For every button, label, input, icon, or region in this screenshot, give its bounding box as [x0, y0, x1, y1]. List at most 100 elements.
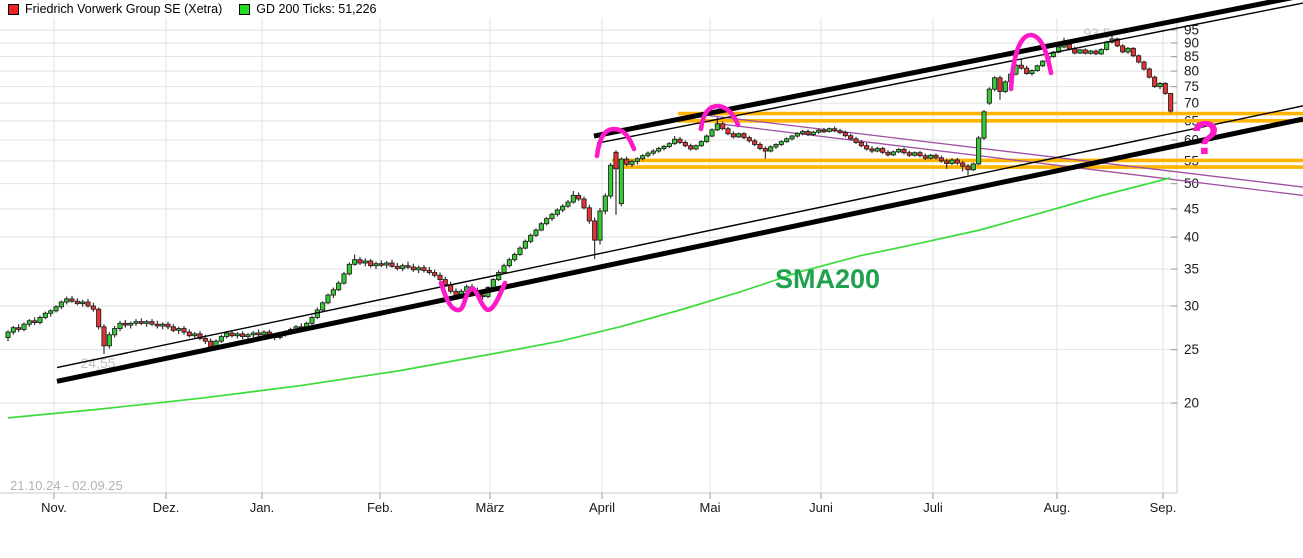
candle-body	[122, 322, 128, 326]
candle-body	[330, 289, 336, 296]
candle-body	[917, 152, 923, 157]
axis-label: 80	[1184, 64, 1199, 79]
candle-body	[874, 148, 880, 152]
candle-body	[181, 328, 187, 333]
candle-body	[704, 135, 710, 143]
axis-label: Feb.	[367, 500, 393, 515]
axis-label: 75	[1184, 79, 1199, 94]
candle-body	[432, 272, 438, 276]
candle-body	[517, 247, 523, 255]
candle-body	[10, 327, 16, 333]
question-mark-annotation: ?	[1191, 111, 1220, 164]
candle-body	[821, 129, 827, 133]
candle-body	[410, 266, 416, 271]
candle-body	[602, 195, 608, 212]
candle-body	[5, 331, 11, 338]
candle-body	[176, 328, 182, 331]
candle-body	[154, 323, 160, 327]
candle-body	[26, 320, 32, 325]
candle-body	[1024, 67, 1030, 75]
candle-body	[794, 132, 800, 137]
axis-label: März	[476, 500, 505, 515]
candle-body	[714, 123, 720, 131]
candle-body	[496, 272, 502, 281]
candle-body	[42, 312, 48, 318]
candle-body	[709, 129, 715, 137]
candle-body	[778, 141, 784, 145]
candle-body	[64, 298, 70, 303]
axis-label: 90	[1184, 35, 1199, 50]
candle-body	[421, 267, 427, 271]
candle-body	[885, 151, 891, 156]
axis-label: Juni	[809, 500, 833, 515]
candle-body	[949, 159, 955, 164]
candle-body	[165, 323, 171, 328]
candle-body	[250, 332, 256, 336]
candle-body	[1141, 61, 1147, 70]
candle-body	[730, 133, 736, 138]
candle-body	[128, 322, 134, 326]
candle-body	[32, 320, 38, 323]
axis-label: Juli	[923, 500, 943, 515]
candle-body	[256, 332, 262, 336]
candle-body	[202, 337, 208, 342]
candle-body	[362, 260, 368, 264]
axis-label: Dez.	[153, 500, 180, 515]
candle-body	[858, 141, 864, 147]
candle-body	[480, 294, 486, 298]
axis-label: 50	[1184, 176, 1199, 191]
candle-body	[96, 308, 102, 328]
candle-body	[533, 229, 539, 236]
axis-label: April	[589, 500, 615, 515]
candle-body	[245, 334, 251, 338]
candle-body	[576, 195, 582, 200]
candle-body	[981, 111, 987, 139]
candle-body	[549, 213, 555, 220]
candle-body	[16, 327, 22, 330]
candle-body	[624, 158, 630, 165]
candle-body	[560, 205, 566, 211]
candle-body	[901, 148, 907, 154]
candle-body	[53, 306, 59, 312]
candle-body	[933, 154, 939, 159]
candle-body	[1088, 50, 1094, 54]
candle-body	[160, 323, 166, 327]
candle-body	[992, 77, 998, 90]
candle-body	[656, 148, 662, 152]
candle-body	[208, 340, 214, 348]
candle-body	[768, 146, 774, 152]
candle-body	[810, 131, 816, 135]
gd200-series-swatch	[239, 3, 251, 15]
candle-body	[650, 150, 656, 154]
axis-label: 45	[1184, 201, 1199, 216]
candle-body	[773, 144, 779, 148]
candle-body	[922, 155, 928, 159]
candle-body	[1077, 49, 1083, 54]
candle-body	[234, 333, 240, 337]
candle-body	[800, 130, 806, 134]
candle-body	[224, 332, 230, 338]
candle-body	[48, 310, 54, 314]
candle-body	[1082, 49, 1088, 54]
candle-body	[741, 133, 747, 139]
candle-body	[960, 162, 966, 167]
candle-body	[58, 301, 64, 308]
chart-legend: Friedrich Vorwerk Group SE (Xetra) GD 20…	[8, 2, 377, 16]
candle-body	[1098, 48, 1104, 55]
candle-body	[352, 259, 358, 265]
candle-body	[1125, 47, 1131, 53]
candle-body	[1104, 41, 1110, 50]
candle-body	[240, 333, 246, 338]
candle-body	[634, 158, 640, 162]
candle-body	[746, 137, 752, 142]
candle-body	[1040, 60, 1046, 67]
candle-body	[405, 265, 411, 268]
candle-body	[437, 274, 443, 281]
candle-body	[565, 201, 571, 207]
candle-body	[229, 332, 235, 337]
lower-channel-thick	[56, 116, 1303, 384]
candle-body	[581, 198, 587, 209]
candle-body	[400, 265, 406, 269]
chart-canvas[interactable]: 20253035404550556065707580859095Nov.Dez.…	[0, 0, 1303, 558]
candle-body	[21, 323, 27, 330]
